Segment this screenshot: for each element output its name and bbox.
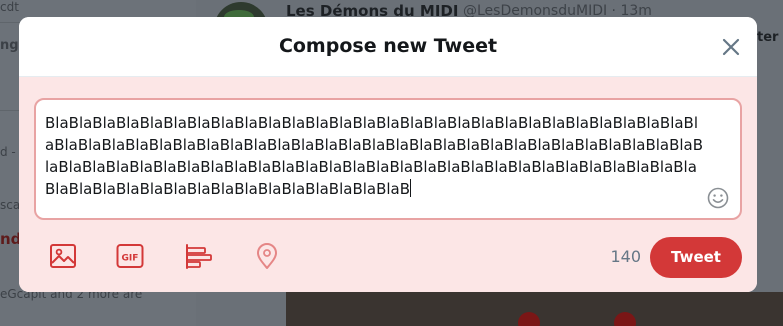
gif-icon: GIF	[116, 244, 144, 268]
add-gif-button[interactable]: GIF	[115, 241, 145, 271]
close-icon	[722, 38, 740, 56]
compose-tweet-modal: Compose new Tweet BlaBlaBlaBlaBlaBlaBlaB…	[19, 17, 757, 292]
modal-header: Compose new Tweet	[19, 17, 757, 77]
tweet-text-content[interactable]: BlaBlaBlaBlaBlaBlaBlaBlaBlaBlaBlaBlaBlaB…	[45, 112, 705, 200]
background-photo	[286, 292, 783, 326]
background-snippet: sca	[0, 198, 21, 212]
add-location-button[interactable]	[252, 241, 282, 271]
close-button[interactable]	[719, 35, 743, 59]
image-icon	[50, 244, 76, 268]
add-media-button[interactable]	[48, 241, 78, 271]
emoji-button[interactable]	[707, 187, 729, 209]
modal-body: BlaBlaBlaBlaBlaBlaBlaBlaBlaBlaBlaBlaBlaB…	[19, 77, 757, 292]
poll-icon	[186, 244, 212, 269]
background-snippet: cdt	[0, 0, 19, 14]
tweet-text: BlaBlaBlaBlaBlaBlaBlaBlaBlaBlaBlaBlaBlaB…	[45, 114, 704, 198]
tweet-button[interactable]: Tweet	[650, 237, 742, 278]
background-snippet: ng	[0, 38, 19, 53]
gif-label: GIF	[122, 254, 139, 264]
photo-detail	[518, 312, 540, 326]
photo-detail	[614, 312, 636, 326]
compose-toolbar: GIF 140 Tweet	[19, 237, 757, 279]
add-poll-button[interactable]	[184, 241, 214, 271]
text-caret	[410, 179, 412, 197]
emoji-icon	[707, 187, 729, 209]
modal-title: Compose new Tweet	[278, 35, 498, 57]
character-counter: 140	[610, 247, 641, 266]
tweet-input[interactable]: BlaBlaBlaBlaBlaBlaBlaBlaBlaBlaBlaBlaBlaB…	[34, 98, 742, 220]
location-icon	[257, 243, 277, 269]
background-snippet: ter	[757, 30, 779, 45]
